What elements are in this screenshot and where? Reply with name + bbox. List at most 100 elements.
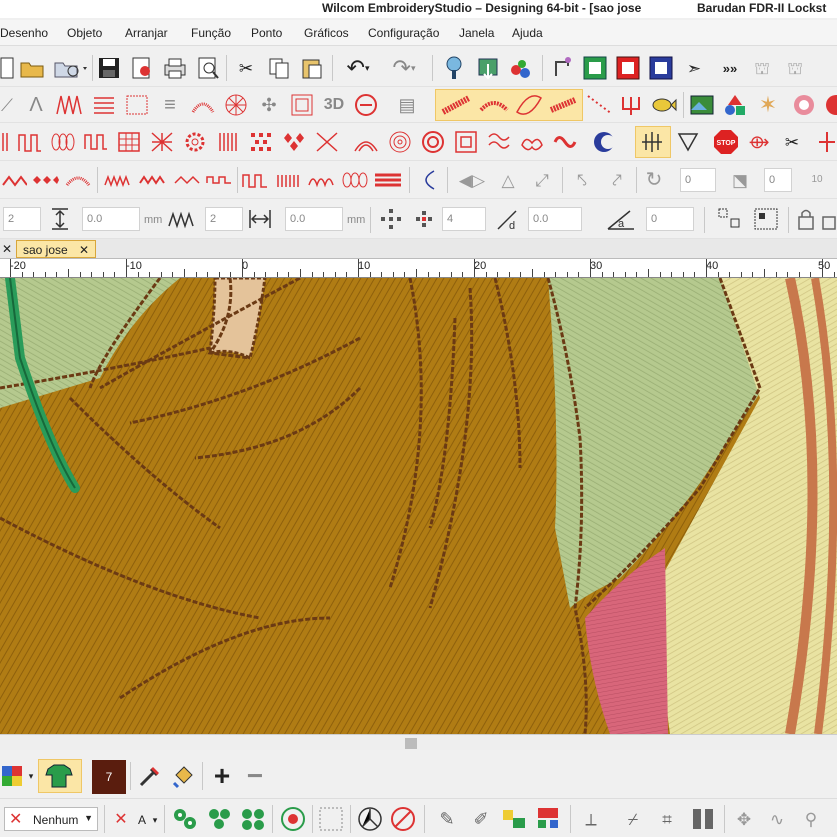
menu-arranjar[interactable]: Arranjar bbox=[125, 26, 168, 40]
stamp-icon[interactable] bbox=[352, 92, 380, 118]
open-design-icon[interactable] bbox=[52, 55, 90, 81]
edge-run-icon[interactable] bbox=[0, 129, 12, 155]
stitch-pen-icon[interactable]: ✐ bbox=[466, 805, 496, 833]
current-color-swatch[interactable]: 7 bbox=[92, 760, 126, 794]
blanket-2-icon[interactable] bbox=[240, 167, 272, 193]
thread-spools-2-icon[interactable] bbox=[204, 805, 234, 833]
artwork-red-icon[interactable] bbox=[614, 55, 642, 81]
menu-ajuda[interactable]: Ajuda bbox=[512, 26, 543, 40]
zigzag-2-icon[interactable] bbox=[102, 167, 134, 193]
picture-icon[interactable] bbox=[688, 92, 716, 118]
cross-pattern-icon[interactable] bbox=[148, 129, 176, 155]
grid-view-icon[interactable] bbox=[316, 805, 346, 833]
reshape-icon[interactable]: ⟂ bbox=[576, 805, 606, 833]
angle-a-icon[interactable]: a bbox=[605, 206, 637, 232]
scroll-thumb[interactable] bbox=[405, 738, 417, 749]
shape-tool-icon[interactable]: ⚲ bbox=[796, 805, 826, 833]
applique-icon[interactable] bbox=[790, 92, 818, 118]
chevron-down-icon[interactable] bbox=[674, 129, 702, 155]
textured-edge-icon[interactable]: ▤ bbox=[392, 92, 422, 118]
satin-wave-icon[interactable] bbox=[440, 92, 472, 118]
diamond-chain-icon[interactable] bbox=[30, 167, 60, 193]
knife-icon[interactable]: ⌿ bbox=[618, 805, 648, 833]
remove-color-icon[interactable]: − bbox=[240, 762, 270, 790]
rotate-right-icon[interactable]: ⤤ bbox=[603, 167, 631, 193]
width-field[interactable]: 0.0 bbox=[285, 207, 343, 231]
menu-ponto[interactable]: Ponto bbox=[251, 26, 282, 40]
tie-icon[interactable]: ⟴ bbox=[745, 129, 773, 155]
color-grid-icon[interactable] bbox=[0, 762, 24, 790]
square-spiral-icon[interactable] bbox=[452, 129, 480, 155]
palette-dropdown-icon[interactable]: ▾ bbox=[26, 762, 36, 790]
menu-objeto[interactable]: Objeto bbox=[67, 26, 102, 40]
trident-icon[interactable] bbox=[617, 92, 645, 118]
mirror-horizontal-icon[interactable]: ◀▷ bbox=[458, 167, 486, 193]
radial-fill-icon[interactable] bbox=[222, 92, 250, 118]
rotate-angle-field[interactable]: 0 bbox=[680, 168, 716, 192]
paste-icon[interactable] bbox=[298, 55, 326, 81]
a-label[interactable]: A bbox=[134, 807, 150, 833]
trident-2-icon[interactable] bbox=[638, 129, 666, 155]
scale-icon[interactable]: 10 bbox=[802, 167, 832, 193]
export-machine-icon[interactable] bbox=[474, 55, 502, 81]
coils-icon[interactable] bbox=[339, 167, 371, 193]
paint-bucket-icon[interactable] bbox=[168, 762, 198, 790]
ungroup-icon[interactable] bbox=[752, 206, 780, 232]
zig-line-icon[interactable] bbox=[0, 167, 28, 193]
plus-scatter-icon[interactable] bbox=[410, 206, 438, 232]
arcs-icon[interactable] bbox=[352, 129, 380, 155]
color-threads-icon[interactable] bbox=[507, 55, 535, 81]
3d-stitch-icon[interactable]: 3D bbox=[320, 92, 348, 118]
offset-d-icon[interactable]: d bbox=[494, 206, 522, 232]
save-icon[interactable] bbox=[95, 55, 123, 81]
artwork-green-icon[interactable] bbox=[581, 55, 609, 81]
add-color-icon[interactable]: + bbox=[207, 762, 237, 790]
print-icon[interactable] bbox=[161, 55, 189, 81]
trace-icon[interactable]: ✥ bbox=[730, 805, 758, 833]
send-icon[interactable]: ➣ bbox=[680, 55, 708, 81]
contour-fill-icon[interactable] bbox=[288, 92, 316, 118]
bars-icon[interactable] bbox=[273, 167, 305, 193]
hoop-icon[interactable] bbox=[440, 55, 468, 81]
eyedropper-icon[interactable] bbox=[135, 762, 165, 790]
artwork-blue-icon[interactable] bbox=[647, 55, 675, 81]
a-dropdown-icon[interactable]: ▾ bbox=[150, 807, 160, 833]
crescent-icon[interactable] bbox=[590, 129, 618, 155]
width-pattern-icon[interactable] bbox=[166, 206, 196, 232]
feather-icon[interactable] bbox=[64, 167, 92, 193]
width-icon[interactable] bbox=[246, 206, 274, 232]
leaf-icon[interactable] bbox=[514, 92, 544, 118]
dots-grid-icon[interactable] bbox=[247, 129, 275, 155]
menu-configuracao[interactable]: Configuração bbox=[368, 26, 439, 40]
garment-icon[interactable] bbox=[42, 762, 76, 790]
needle-point-icon[interactable] bbox=[355, 805, 385, 833]
cut-icon[interactable]: ✂ bbox=[232, 55, 260, 81]
skew-field[interactable]: 0 bbox=[764, 168, 792, 192]
satin-curve-2-icon[interactable] bbox=[478, 92, 510, 118]
count-field[interactable]: 4 bbox=[442, 207, 486, 231]
tatami-icon[interactable] bbox=[123, 92, 151, 118]
mirror-vertical-icon[interactable]: △ bbox=[494, 167, 522, 193]
tab-sao-jose[interactable]: sao jose ✕ bbox=[16, 240, 97, 258]
trim-icon[interactable]: ✂ bbox=[778, 129, 806, 155]
unlock-machine-icon[interactable]: ⛫ bbox=[781, 55, 809, 81]
group-icon[interactable] bbox=[716, 206, 744, 232]
spacing-field[interactable]: 2 bbox=[205, 207, 243, 231]
zigzag-3-icon[interactable] bbox=[137, 167, 169, 193]
x-mark-icon[interactable]: ✕ bbox=[110, 807, 132, 833]
horizontal-scrollbar[interactable] bbox=[0, 734, 837, 750]
effect-dropdown[interactable]: ✕ Nenhum ▼ bbox=[4, 807, 98, 831]
stripes-icon[interactable] bbox=[214, 129, 242, 155]
stacked-bars-icon[interactable] bbox=[372, 167, 404, 193]
arrow-tool-icon[interactable]: ⟋ bbox=[0, 92, 14, 118]
fast-forward-icon[interactable]: »» bbox=[713, 55, 747, 81]
height-field[interactable]: 0.0 bbox=[82, 207, 140, 231]
print-preview-icon[interactable] bbox=[194, 55, 222, 81]
wave-line-icon[interactable] bbox=[172, 167, 202, 193]
fish-icon[interactable] bbox=[650, 92, 678, 118]
save-as-icon[interactable] bbox=[128, 55, 156, 81]
rotate-left-icon[interactable]: ⤣ bbox=[568, 167, 596, 193]
thread-spools-3-icon[interactable] bbox=[238, 805, 268, 833]
grid-pattern-icon[interactable] bbox=[115, 129, 143, 155]
stop-icon[interactable]: STOP bbox=[712, 129, 740, 155]
